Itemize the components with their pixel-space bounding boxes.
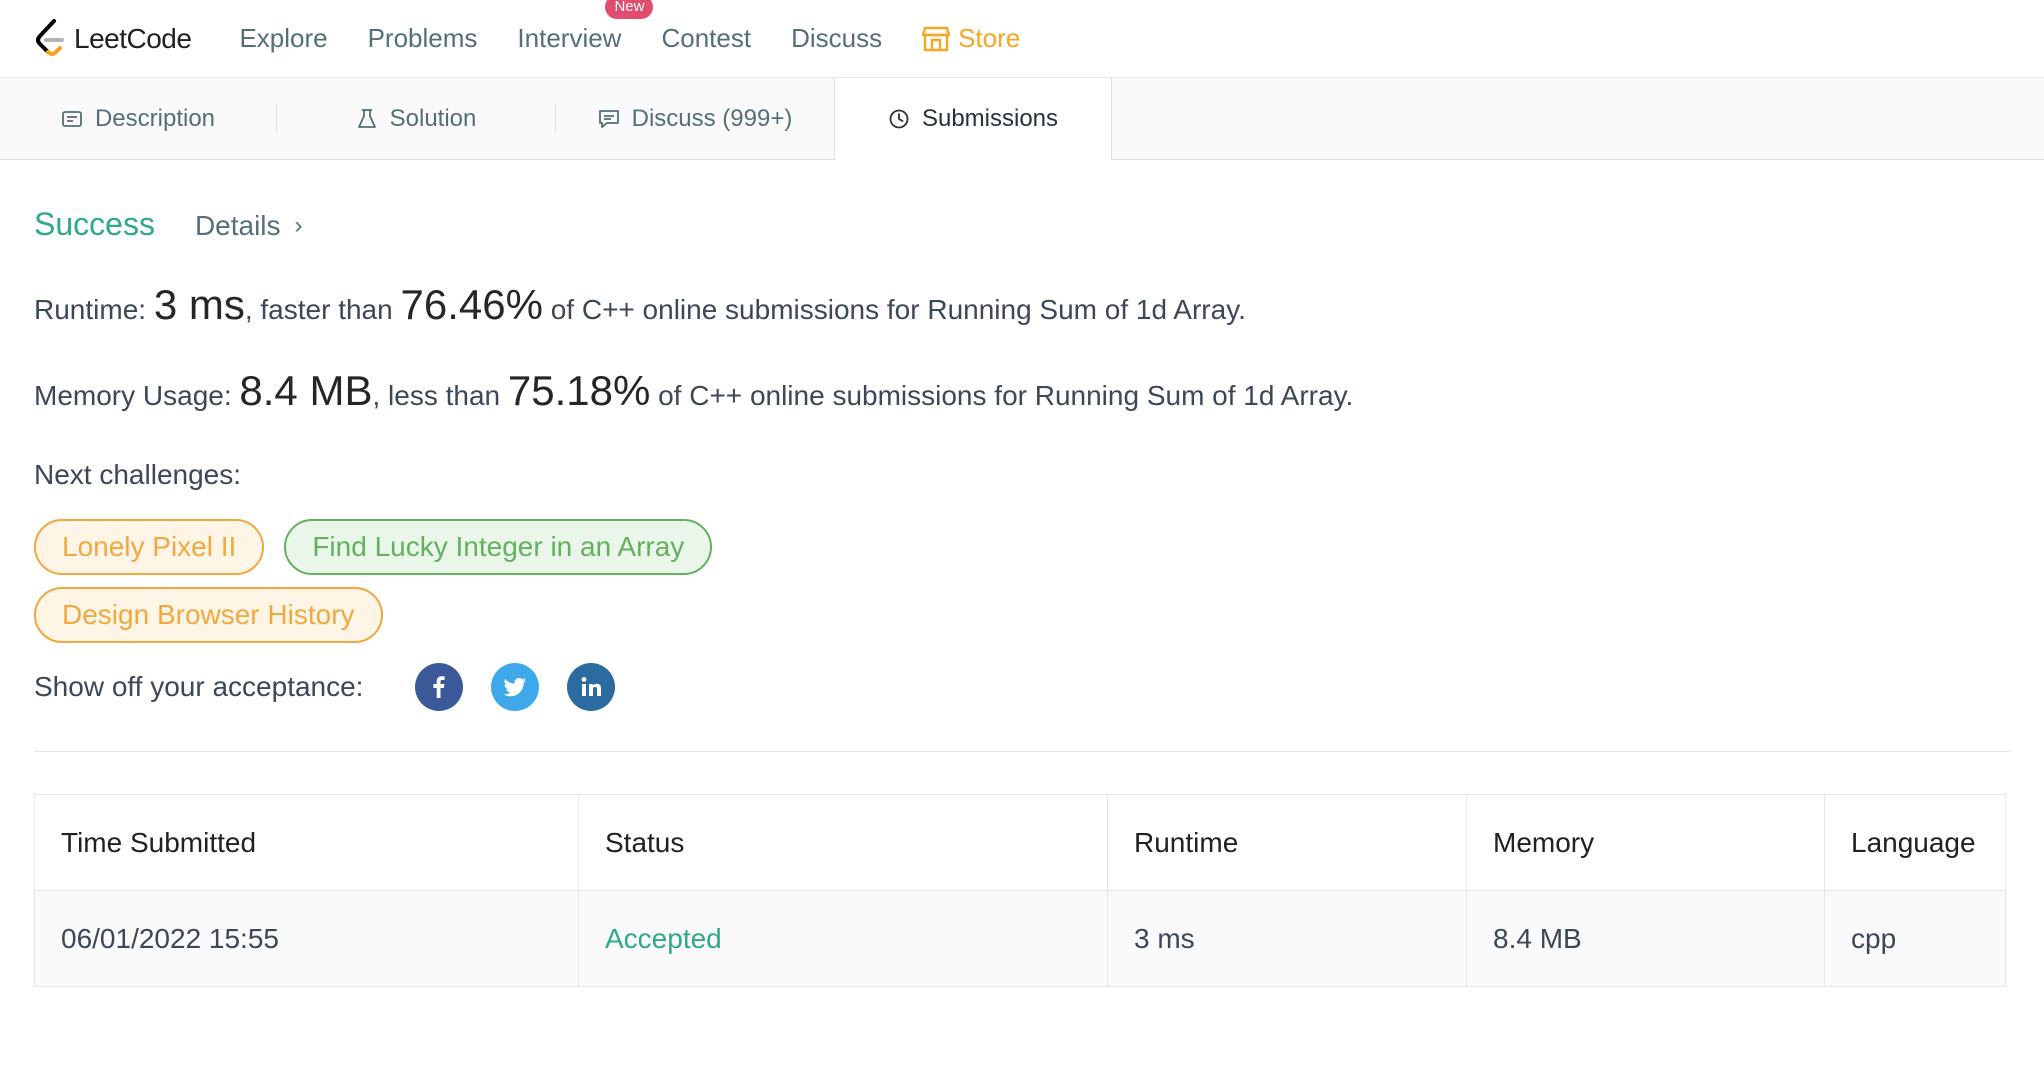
column-header-memory: Memory xyxy=(1466,794,1825,891)
runtime-value: 3 ms xyxy=(153,281,245,328)
store-icon xyxy=(922,26,951,51)
memory-stat: Memory Usage: 8.4 MB, less than 75.18% o… xyxy=(34,367,2010,415)
facebook-icon xyxy=(433,676,446,698)
cell-runtime: 3 ms xyxy=(1107,890,1467,987)
runtime-suffix: of C++ online submissions for Running Su… xyxy=(542,294,1246,325)
nav-interview[interactable]: Interview New xyxy=(517,0,654,54)
tab-solution-label: Solution xyxy=(389,104,477,132)
memory-label: Memory Usage: xyxy=(34,380,240,411)
description-icon xyxy=(62,110,82,127)
top-navbar: LeetCode Explore Problems Interview New … xyxy=(0,0,2044,78)
tab-description-label: Description xyxy=(94,104,216,132)
tab-description[interactable]: Description xyxy=(0,78,276,159)
next-challenges-label: Next challenges: xyxy=(34,459,242,490)
new-badge: New xyxy=(605,0,654,19)
column-header-time: Time Submitted xyxy=(34,794,579,891)
column-header-language: Language xyxy=(1824,794,2006,891)
result-header: Success Details › xyxy=(34,206,2010,243)
flask-icon xyxy=(357,108,376,128)
next-challenges-list: Lonely Pixel II Find Lucky Integer in an… xyxy=(34,519,934,643)
leetcode-logo-icon xyxy=(36,18,64,56)
section-divider xyxy=(34,751,2010,752)
nav-explore[interactable]: Explore xyxy=(239,23,327,54)
cell-status-accepted[interactable]: Accepted xyxy=(578,890,1108,987)
column-header-status: Status xyxy=(578,794,1108,891)
nav-interview-label: Interview xyxy=(517,23,622,53)
linkedin-icon xyxy=(582,677,602,696)
memory-percent: 75.18% xyxy=(507,367,651,414)
share-row: Show off your acceptance: xyxy=(34,663,2010,711)
nav-store-label: Store xyxy=(958,23,1021,53)
tab-solution[interactable]: Solution xyxy=(277,78,555,159)
tab-discuss-label: Discuss (999+) xyxy=(631,104,793,132)
memory-suffix: of C++ online submissions for Running Su… xyxy=(650,380,1354,411)
tab-submissions[interactable]: Submissions xyxy=(834,78,1112,160)
challenge-pill[interactable]: Find Lucky Integer in an Array xyxy=(284,519,713,575)
nav-discuss[interactable]: Discuss xyxy=(791,23,882,54)
memory-value: 8.4 MB xyxy=(239,367,373,414)
runtime-percent: 76.46% xyxy=(400,281,543,328)
nav-contest[interactable]: Contest xyxy=(661,23,751,54)
tab-submissions-label: Submissions xyxy=(921,105,1059,132)
cell-time-submitted: 06/01/2022 15:55 xyxy=(34,890,579,987)
nav-store[interactable]: Store xyxy=(922,23,1020,54)
status-success: Success xyxy=(34,206,155,242)
clock-icon xyxy=(889,109,909,129)
details-label: Details xyxy=(194,210,281,241)
twitter-share-button[interactable] xyxy=(491,663,540,711)
tab-discuss[interactable]: Discuss (999+) xyxy=(556,78,834,159)
twitter-icon xyxy=(504,678,527,697)
share-label: Show off your acceptance: xyxy=(34,671,364,702)
nav-problems[interactable]: Problems xyxy=(368,23,478,54)
runtime-label: Runtime: xyxy=(34,294,154,325)
submissions-table: Time Submitted Status Runtime Memory Lan… xyxy=(34,794,2006,987)
table-row: 06/01/2022 15:55 Accepted 3 ms 8.4 MB cp… xyxy=(34,890,2006,987)
runtime-stat: Runtime: 3 ms, faster than 76.46% of C++… xyxy=(34,281,2010,329)
table-header-row: Time Submitted Status Runtime Memory Lan… xyxy=(34,794,2006,891)
memory-mid: , less than xyxy=(372,380,508,411)
cell-memory: 8.4 MB xyxy=(1466,890,1825,987)
challenge-pill[interactable]: Design Browser History xyxy=(34,587,383,643)
runtime-mid: , faster than xyxy=(244,294,401,325)
chat-icon xyxy=(598,109,619,128)
problem-tabbar: Description Solution Discuss (999+) Subm… xyxy=(0,78,2044,160)
logo-text: LeetCode xyxy=(74,22,192,54)
challenge-pill[interactable]: Lonely Pixel II xyxy=(34,519,265,575)
linkedin-share-button[interactable] xyxy=(567,663,616,711)
cell-language: cpp xyxy=(1824,890,2006,987)
details-link[interactable]: Details › xyxy=(195,210,303,242)
facebook-share-button[interactable] xyxy=(415,663,464,711)
chevron-right-icon: › xyxy=(294,212,303,239)
column-header-runtime: Runtime xyxy=(1107,794,1467,891)
logo[interactable]: LeetCode xyxy=(34,18,192,59)
submission-result: Success Details › Runtime: 3 ms, faster … xyxy=(0,206,2044,987)
